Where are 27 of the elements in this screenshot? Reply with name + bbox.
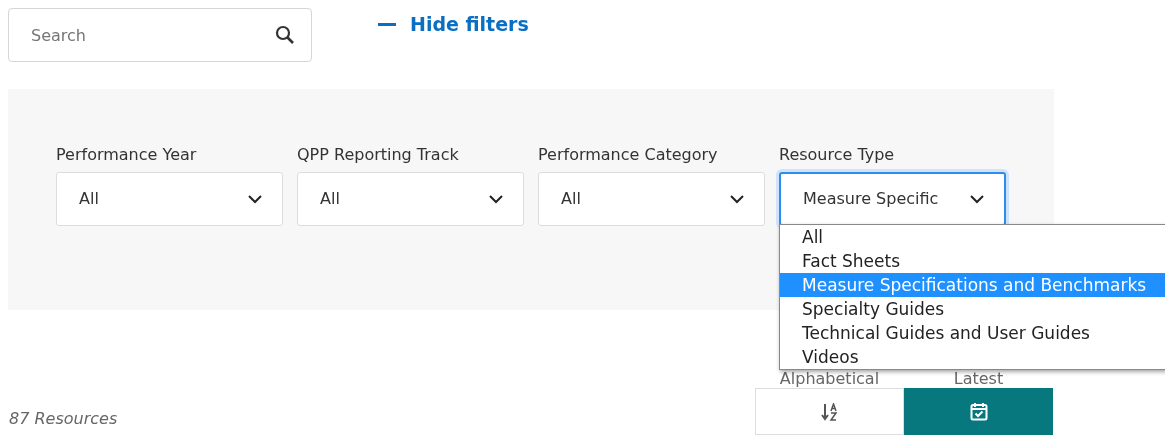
- dropdown-option[interactable]: Technical Guides and User Guides: [780, 321, 1165, 345]
- calendar-check-icon: [969, 402, 988, 421]
- sort-button[interactable]: [904, 388, 1053, 435]
- sort-az-icon: [820, 402, 839, 421]
- filter-label: QPP Reporting Track: [297, 144, 460, 166]
- filter-select[interactable]: Measure Specific: [779, 172, 1006, 226]
- filter-label: Performance Year: [56, 144, 198, 166]
- dropdown-option[interactable]: All: [780, 225, 1165, 249]
- chevron-down-icon: [970, 194, 984, 204]
- dropdown-option[interactable]: Specialty Guides: [780, 297, 1165, 321]
- search-field[interactable]: Search: [8, 8, 312, 62]
- minus-icon: [378, 22, 396, 26]
- search-icon: [275, 25, 295, 45]
- hide-filters-link[interactable]: Hide filters: [378, 10, 529, 39]
- results-count: 87 Resources: [9, 408, 119, 430]
- sort-label: Latest: [952, 370, 1005, 388]
- dropdown-option[interactable]: Fact Sheets: [780, 249, 1165, 273]
- filter-label: Performance Category: [538, 144, 719, 166]
- filter-select[interactable]: All: [538, 172, 765, 226]
- dropdown-option[interactable]: Videos: [780, 345, 1165, 369]
- filter-label: Resource Type: [779, 144, 896, 166]
- chevron-down-icon: [489, 194, 503, 204]
- chevron-down-icon: [248, 194, 262, 204]
- sort-label: Alphabetical: [778, 370, 881, 388]
- chevron-down-icon: [730, 194, 744, 204]
- filter-select[interactable]: All: [297, 172, 524, 226]
- filter-select[interactable]: All: [56, 172, 283, 226]
